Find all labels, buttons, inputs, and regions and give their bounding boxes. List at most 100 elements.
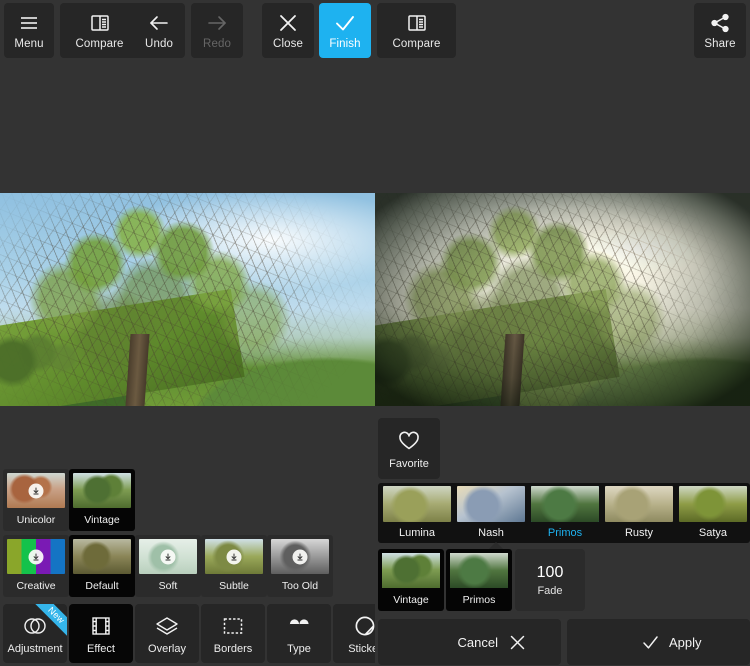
- preset-thumbnail: [271, 539, 329, 574]
- applied-thumbnail: [450, 553, 508, 588]
- download-icon[interactable]: [28, 483, 44, 498]
- fade-value: 100: [536, 563, 564, 581]
- background-trees-layer: [0, 308, 158, 398]
- menu-button[interactable]: Menu: [4, 3, 54, 58]
- preset-thumbnail: [7, 539, 65, 574]
- undo-button[interactable]: Undo: [133, 3, 185, 58]
- tool-adjustment-button[interactable]: New Adjustment: [3, 604, 67, 663]
- applied-tile-vintage[interactable]: Vintage: [378, 549, 444, 611]
- applied-thumbnail: [382, 553, 440, 588]
- bottom-tool-bar: New Adjustment Effect Overlay Borders Ty…: [0, 601, 397, 666]
- undo-label: Undo: [145, 38, 173, 50]
- photo-compare-row: [0, 193, 750, 406]
- effect-tile-lumina[interactable]: Lumina: [383, 486, 451, 540]
- preset-label: Unicolor: [16, 514, 56, 526]
- effect-label: Satya: [698, 527, 728, 539]
- preset-tile-default[interactable]: Default: [69, 535, 135, 597]
- photo-editor-app: Menu Compare Undo Redo Close Finish Comp…: [0, 0, 750, 666]
- tool-effect-button[interactable]: Effect: [69, 604, 133, 663]
- finish-label: Finish: [329, 38, 361, 50]
- preset-label: Vintage: [84, 514, 120, 526]
- cancel-button[interactable]: Cancel: [378, 619, 561, 665]
- frame-icon: [220, 613, 246, 639]
- original-photo-layers: [0, 193, 375, 406]
- tool-borders-label: Borders: [213, 642, 253, 655]
- effect-tile-nash[interactable]: Nash: [457, 486, 525, 540]
- compare-left-label: Compare: [75, 38, 124, 50]
- check-icon: [333, 11, 357, 35]
- preset-thumbnail: [73, 539, 131, 574]
- applied-tile-primos[interactable]: Primos: [446, 549, 512, 611]
- effect-label: Rusty: [624, 527, 654, 539]
- compare-panel-icon: [88, 11, 112, 35]
- compare-right-label: Compare: [392, 38, 441, 50]
- preset-tile-soft[interactable]: Soft: [135, 535, 201, 597]
- applied-label: Vintage: [393, 594, 429, 606]
- preset-tile-too-old[interactable]: Too Old: [267, 535, 333, 597]
- film-strip-icon: [88, 613, 114, 639]
- preset-label: Default: [85, 580, 119, 592]
- arrow-left-icon: [147, 11, 171, 35]
- original-photo[interactable]: [0, 193, 375, 406]
- preset-tile-creative[interactable]: Creative: [3, 535, 69, 597]
- tool-overlay-button[interactable]: Overlay: [135, 604, 199, 663]
- photo-stage: [0, 61, 750, 406]
- compare-right-button[interactable]: Compare: [377, 3, 456, 58]
- download-icon[interactable]: [160, 549, 176, 564]
- tool-type-button[interactable]: Type: [267, 604, 331, 663]
- finish-button[interactable]: Finish: [319, 3, 371, 58]
- filtered-photo[interactable]: [375, 193, 750, 406]
- compare-left-button[interactable]: Compare: [60, 3, 139, 58]
- redo-button[interactable]: Redo: [191, 3, 243, 58]
- effect-thumbnail: [605, 486, 673, 522]
- layers-icon: [154, 613, 180, 639]
- preset-grid-panel: Unicolor Vintage Creative Default Soft S…: [0, 406, 375, 601]
- action-row: Cancel Apply: [378, 619, 750, 665]
- preset-tile-subtle[interactable]: Subtle: [201, 535, 267, 597]
- tool-adjustment-label: Adjustment: [7, 642, 63, 655]
- effect-thumbnail: [383, 486, 451, 522]
- filtered-photo-layers: [375, 193, 750, 406]
- close-button[interactable]: Close: [262, 3, 314, 58]
- close-label: Close: [273, 38, 303, 50]
- tool-overlay-label: Overlay: [148, 642, 186, 655]
- effect-tile-primos[interactable]: Primos: [531, 486, 599, 540]
- preset-thumbnail: [73, 473, 131, 508]
- apply-button[interactable]: Apply: [567, 619, 750, 665]
- redo-label: Redo: [203, 38, 231, 50]
- applied-label: Primos: [462, 594, 496, 606]
- tool-borders-button[interactable]: Borders: [201, 604, 265, 663]
- preset-tile-unicolor[interactable]: Unicolor: [3, 469, 69, 531]
- download-icon[interactable]: [226, 549, 242, 564]
- preset-label: Subtle: [219, 580, 249, 592]
- top-toolbar: Menu Compare Undo Redo Close Finish Comp…: [0, 0, 750, 61]
- share-label: Share: [704, 38, 736, 50]
- download-icon[interactable]: [292, 549, 308, 564]
- share-nodes-icon: [708, 11, 732, 35]
- effect-thumbnail: [531, 486, 599, 522]
- preset-thumbnail: [139, 539, 197, 574]
- effect-thumbnail: [457, 486, 525, 522]
- preset-label: Creative: [16, 580, 56, 592]
- hamburger-menu-icon: [17, 11, 41, 35]
- favorite-button[interactable]: Favorite: [378, 418, 440, 479]
- tool-type-label: Type: [287, 642, 311, 655]
- close-x-icon: [276, 11, 300, 35]
- effect-label: Primos: [547, 527, 583, 539]
- background-trees-layer: [375, 308, 533, 398]
- close-x-icon: [508, 633, 527, 652]
- cancel-label: Cancel: [457, 634, 498, 650]
- share-button[interactable]: Share: [694, 3, 746, 58]
- preset-tile-vintage[interactable]: Vintage: [69, 469, 135, 531]
- effect-tile-satya[interactable]: Satya: [679, 486, 747, 540]
- download-icon[interactable]: [28, 549, 44, 564]
- effect-side-panel: Favorite Lumina Nash Primos Rusty Satya: [375, 406, 750, 666]
- preset-thumbnail: [205, 539, 263, 574]
- preset-label: Too Old: [281, 580, 319, 592]
- fade-control[interactable]: 100 Fade: [515, 549, 585, 611]
- effect-tile-rusty[interactable]: Rusty: [605, 486, 673, 540]
- preset-label: Soft: [158, 580, 178, 592]
- fade-label: Fade: [537, 584, 563, 597]
- effect-thumbnail-strip[interactable]: Lumina Nash Primos Rusty Satya: [378, 483, 750, 543]
- heart-outline-icon: [396, 428, 422, 454]
